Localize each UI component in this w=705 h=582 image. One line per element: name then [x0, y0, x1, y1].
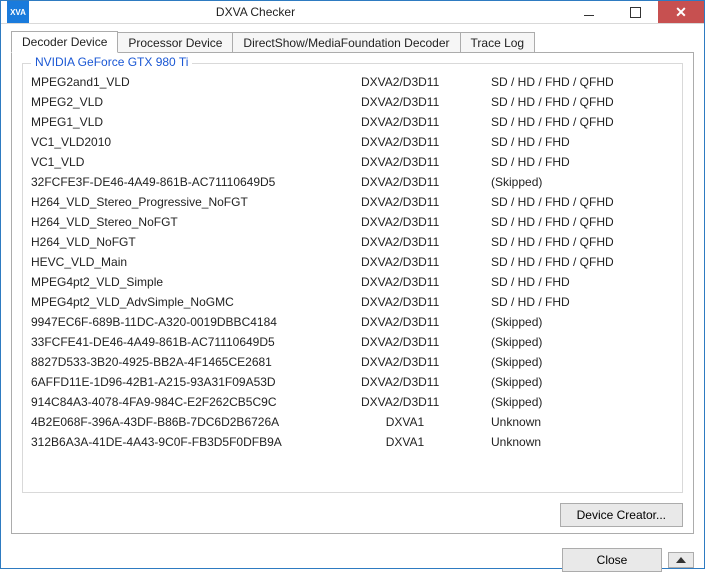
decoder-table: MPEG2and1_VLDDXVA2/D3D11SD / HD / FHD / …	[29, 72, 676, 452]
decoder-resolution: (Skipped)	[489, 372, 676, 392]
table-row[interactable]: H264_VLD_NoFGTDXVA2/D3D11SD / HD / FHD /…	[29, 232, 676, 252]
decoder-resolution: SD / HD / FHD / QFHD	[489, 252, 676, 272]
decoder-name: 914C84A3-4078-4FA9-984C-E2F262CB5C9C	[29, 392, 359, 412]
decoder-name: VC1_VLD	[29, 152, 359, 172]
decoder-resolution: SD / HD / FHD / QFHD	[489, 192, 676, 212]
decoder-name: MPEG2and1_VLD	[29, 72, 359, 92]
decoder-resolution: SD / HD / FHD	[489, 272, 676, 292]
decoder-name: H264_VLD_Stereo_Progressive_NoFGT	[29, 192, 359, 212]
table-row[interactable]: MPEG4pt2_VLD_AdvSimple_NoGMCDXVA2/D3D11S…	[29, 292, 676, 312]
table-row[interactable]: VC1_VLD2010DXVA2/D3D11SD / HD / FHD	[29, 132, 676, 152]
decoder-resolution: SD / HD / FHD / QFHD	[489, 212, 676, 232]
window-title: DXVA Checker	[35, 5, 566, 19]
decoder-name: HEVC_VLD_Main	[29, 252, 359, 272]
close-window-button[interactable]: ✕	[658, 1, 704, 23]
device-groupbox: NVIDIA GeForce GTX 980 Ti MPEG2and1_VLDD…	[22, 63, 683, 493]
decoder-name: 33FCFE41-DE46-4A49-861B-AC71110649D5	[29, 332, 359, 352]
tab-directshow-mediafoundation-decoder[interactable]: DirectShow/MediaFoundation Decoder	[232, 32, 460, 54]
decoder-resolution: Unknown	[489, 412, 676, 432]
decoder-api: DXVA1	[359, 412, 489, 432]
decoder-resolution: Unknown	[489, 432, 676, 452]
decoder-name: H264_VLD_Stereo_NoFGT	[29, 212, 359, 232]
decoder-api: DXVA2/D3D11	[359, 172, 489, 192]
decoder-api: DXVA2/D3D11	[359, 312, 489, 332]
decoder-api: DXVA2/D3D11	[359, 332, 489, 352]
decoder-name: 32FCFE3F-DE46-4A49-861B-AC71110649D5	[29, 172, 359, 192]
decoder-resolution: SD / HD / FHD	[489, 292, 676, 312]
table-row[interactable]: H264_VLD_Stereo_Progressive_NoFGTDXVA2/D…	[29, 192, 676, 212]
table-row[interactable]: 9947EC6F-689B-11DC-A320-0019DBBC4184DXVA…	[29, 312, 676, 332]
decoder-resolution: SD / HD / FHD / QFHD	[489, 72, 676, 92]
table-row[interactable]: MPEG4pt2_VLD_SimpleDXVA2/D3D11SD / HD / …	[29, 272, 676, 292]
decoder-api: DXVA2/D3D11	[359, 252, 489, 272]
device-creator-button[interactable]: Device Creator...	[560, 503, 683, 527]
decoder-api: DXVA2/D3D11	[359, 392, 489, 412]
decoder-name: MPEG2_VLD	[29, 92, 359, 112]
table-row[interactable]: VC1_VLDDXVA2/D3D11SD / HD / FHD	[29, 152, 676, 172]
decoder-name: 8827D533-3B20-4925-BB2A-4F1465CE2681	[29, 352, 359, 372]
decoder-resolution: (Skipped)	[489, 312, 676, 332]
tab-processor-device[interactable]: Processor Device	[117, 32, 233, 54]
table-row[interactable]: H264_VLD_Stereo_NoFGTDXVA2/D3D11SD / HD …	[29, 212, 676, 232]
decoder-resolution: SD / HD / FHD / QFHD	[489, 92, 676, 112]
table-row[interactable]: 32FCFE3F-DE46-4A49-861B-AC71110649D5DXVA…	[29, 172, 676, 192]
footer: Close	[1, 540, 704, 582]
table-row[interactable]: MPEG2and1_VLDDXVA2/D3D11SD / HD / FHD / …	[29, 72, 676, 92]
decoder-api: DXVA2/D3D11	[359, 272, 489, 292]
decoder-resolution: SD / HD / FHD	[489, 132, 676, 152]
table-row[interactable]: 4B2E068F-396A-43DF-B86B-7DC6D2B6726ADXVA…	[29, 412, 676, 432]
table-row[interactable]: 6AFFD11E-1D96-42B1-A215-93A31F09A53DDXVA…	[29, 372, 676, 392]
tab-content: NVIDIA GeForce GTX 980 Ti MPEG2and1_VLDD…	[11, 52, 694, 534]
tabstrip: Decoder DeviceProcessor DeviceDirectShow…	[1, 24, 704, 52]
decoder-name: MPEG4pt2_VLD_AdvSimple_NoGMC	[29, 292, 359, 312]
table-row[interactable]: HEVC_VLD_MainDXVA2/D3D11SD / HD / FHD / …	[29, 252, 676, 272]
app-icon: XVA	[7, 1, 29, 23]
table-row[interactable]: 33FCFE41-DE46-4A49-861B-AC71110649D5DXVA…	[29, 332, 676, 352]
decoder-name: MPEG1_VLD	[29, 112, 359, 132]
maximize-button[interactable]	[612, 1, 658, 23]
decoder-api: DXVA2/D3D11	[359, 232, 489, 252]
decoder-resolution: (Skipped)	[489, 332, 676, 352]
decoder-resolution: SD / HD / FHD / QFHD	[489, 232, 676, 252]
decoder-name: 4B2E068F-396A-43DF-B86B-7DC6D2B6726A	[29, 412, 359, 432]
decoder-resolution: (Skipped)	[489, 392, 676, 412]
decoder-name: H264_VLD_NoFGT	[29, 232, 359, 252]
device-creator-row: Device Creator...	[22, 503, 683, 527]
triangle-up-icon	[676, 557, 686, 563]
table-row[interactable]: 914C84A3-4078-4FA9-984C-E2F262CB5C9CDXVA…	[29, 392, 676, 412]
decoder-api: DXVA2/D3D11	[359, 192, 489, 212]
decoder-name: 9947EC6F-689B-11DC-A320-0019DBBC4184	[29, 312, 359, 332]
decoder-api: DXVA1	[359, 432, 489, 452]
device-name-label: NVIDIA GeForce GTX 980 Ti	[31, 55, 192, 69]
table-row[interactable]: MPEG2_VLDDXVA2/D3D11SD / HD / FHD / QFHD	[29, 92, 676, 112]
decoder-name: 312B6A3A-41DE-4A43-9C0F-FB3D5F0DFB9A	[29, 432, 359, 452]
decoder-api: DXVA2/D3D11	[359, 352, 489, 372]
decoder-name: VC1_VLD2010	[29, 132, 359, 152]
table-row[interactable]: MPEG1_VLDDXVA2/D3D11SD / HD / FHD / QFHD	[29, 112, 676, 132]
decoder-api: DXVA2/D3D11	[359, 372, 489, 392]
tab-decoder-device[interactable]: Decoder Device	[11, 31, 118, 53]
decoder-api: DXVA2/D3D11	[359, 92, 489, 112]
minimize-button[interactable]	[566, 1, 612, 23]
decoder-api: DXVA2/D3D11	[359, 292, 489, 312]
decoder-api: DXVA2/D3D11	[359, 72, 489, 92]
decoder-api: DXVA2/D3D11	[359, 112, 489, 132]
expand-button[interactable]	[668, 552, 694, 568]
decoder-resolution: SD / HD / FHD / QFHD	[489, 112, 676, 132]
close-button[interactable]: Close	[562, 548, 662, 572]
decoder-api: DXVA2/D3D11	[359, 212, 489, 232]
decoder-name: MPEG4pt2_VLD_Simple	[29, 272, 359, 292]
table-row[interactable]: 8827D533-3B20-4925-BB2A-4F1465CE2681DXVA…	[29, 352, 676, 372]
decoder-api: DXVA2/D3D11	[359, 132, 489, 152]
table-row[interactable]: 312B6A3A-41DE-4A43-9C0F-FB3D5F0DFB9ADXVA…	[29, 432, 676, 452]
decoder-name: 6AFFD11E-1D96-42B1-A215-93A31F09A53D	[29, 372, 359, 392]
decoder-resolution: SD / HD / FHD	[489, 152, 676, 172]
decoder-api: DXVA2/D3D11	[359, 152, 489, 172]
window-controls: ✕	[566, 1, 704, 23]
titlebar: XVA DXVA Checker ✕	[1, 1, 704, 24]
decoder-resolution: (Skipped)	[489, 352, 676, 372]
decoder-resolution: (Skipped)	[489, 172, 676, 192]
tab-trace-log[interactable]: Trace Log	[460, 32, 536, 54]
